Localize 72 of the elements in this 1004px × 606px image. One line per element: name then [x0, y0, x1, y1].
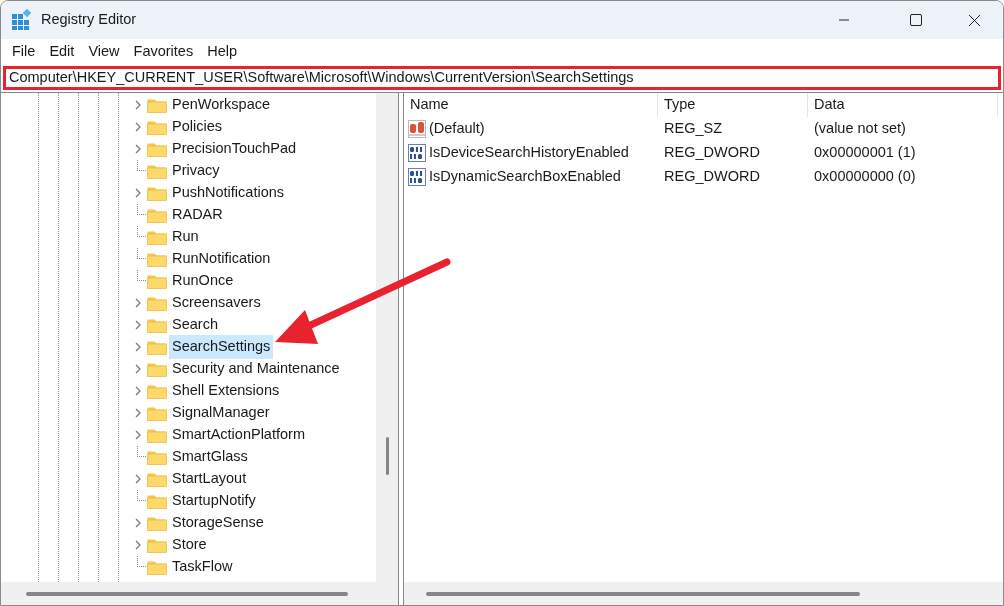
tree-item[interactable]: TaskFlow	[169, 555, 236, 579]
string-value-icon	[408, 120, 426, 138]
tree-item[interactable]: RADAR	[169, 203, 226, 227]
value-data: 0x00000001 (1)	[813, 143, 917, 163]
horizontal-scrollbar[interactable]	[1, 582, 398, 605]
folder-icon	[147, 449, 167, 465]
folder-icon	[147, 515, 167, 531]
folder-icon	[147, 361, 167, 377]
tree-item[interactable]: Shell Extensions	[169, 379, 283, 403]
address-field[interactable]: Computer\HKEY_CURRENT_USER\Software\Microsoft\Windows\CurrentVersion\SearchSettings	[3, 66, 1001, 90]
tree-item[interactable]: StorageSense	[169, 511, 267, 535]
column-header[interactable]: Data	[808, 93, 998, 117]
folder-icon	[147, 163, 167, 179]
close-icon	[967, 13, 981, 27]
column-header[interactable]: Name	[404, 93, 658, 117]
folder-icon	[147, 317, 167, 333]
tree-item[interactable]: PushNotifications	[169, 181, 288, 205]
window-title: Registry Editor	[41, 10, 137, 30]
value-data: (value not set)	[813, 119, 907, 139]
app-icon	[11, 9, 33, 31]
binary-value-icon	[408, 144, 426, 162]
tree-item[interactable]: StartupNotify	[169, 489, 259, 513]
tree-item[interactable]: PenWorkspace	[169, 93, 274, 117]
folder-icon	[147, 493, 167, 509]
value-name[interactable]: IsDynamicSearchBoxEnabled	[429, 166, 621, 188]
value-data: 0x00000000 (0)	[813, 167, 917, 187]
tree-item[interactable]: SignalManager	[169, 401, 273, 425]
folder-icon	[147, 471, 167, 487]
tree-item[interactable]: Run	[169, 225, 202, 249]
tree-item[interactable]: Screensavers	[169, 291, 264, 315]
tree-item[interactable]: SmartGlass	[169, 445, 251, 469]
menu-item[interactable]: Edit	[42, 41, 82, 63]
tree-item[interactable]: Security and Maintenance	[169, 357, 343, 381]
vertical-scrollbar[interactable]	[376, 93, 398, 582]
folder-icon	[147, 339, 167, 355]
value-name[interactable]: (Default)	[429, 118, 485, 140]
tree-item[interactable]: RunNotification	[169, 247, 274, 271]
menu-item[interactable]: File	[5, 41, 43, 63]
tree-item[interactable]: SearchSettings	[169, 335, 274, 359]
tree-item[interactable]: Policies	[169, 115, 225, 139]
horizontal-scrollbar[interactable]	[404, 582, 1003, 605]
value-type: REG_DWORD	[663, 167, 761, 187]
folder-icon	[147, 185, 167, 201]
folder-icon	[147, 141, 167, 157]
binary-value-icon	[408, 168, 426, 186]
folder-icon	[147, 559, 167, 575]
maximize-icon	[910, 14, 922, 26]
tree-item[interactable]: Privacy	[169, 159, 223, 183]
folder-icon	[147, 207, 167, 223]
menu-item[interactable]: View	[81, 41, 127, 63]
tree-item[interactable]: Store	[169, 533, 210, 557]
folder-icon	[147, 229, 167, 245]
folder-icon	[147, 97, 167, 113]
menu-item[interactable]: Favorites	[126, 41, 201, 63]
folder-icon	[147, 405, 167, 421]
tree-item[interactable]: PrecisionTouchPad	[169, 137, 300, 161]
folder-icon	[147, 273, 167, 289]
folder-icon	[147, 251, 167, 267]
folder-icon	[147, 427, 167, 443]
value-name[interactable]: IsDeviceSearchHistoryEnabled	[429, 142, 629, 164]
folder-icon	[147, 537, 167, 553]
folder-icon	[147, 119, 167, 135]
folder-icon	[147, 295, 167, 311]
value-type: REG_DWORD	[663, 143, 761, 163]
folder-icon	[147, 383, 167, 399]
column-header[interactable]: Type	[658, 93, 808, 117]
value-type: REG_SZ	[663, 119, 723, 139]
menu-item[interactable]: Help	[200, 41, 244, 63]
tree-item[interactable]: SmartActionPlatform	[169, 423, 308, 447]
tree-item[interactable]: Search	[169, 313, 221, 337]
tree-item[interactable]: RunOnce	[169, 269, 237, 293]
tree-item[interactable]: StartLayout	[169, 467, 250, 491]
